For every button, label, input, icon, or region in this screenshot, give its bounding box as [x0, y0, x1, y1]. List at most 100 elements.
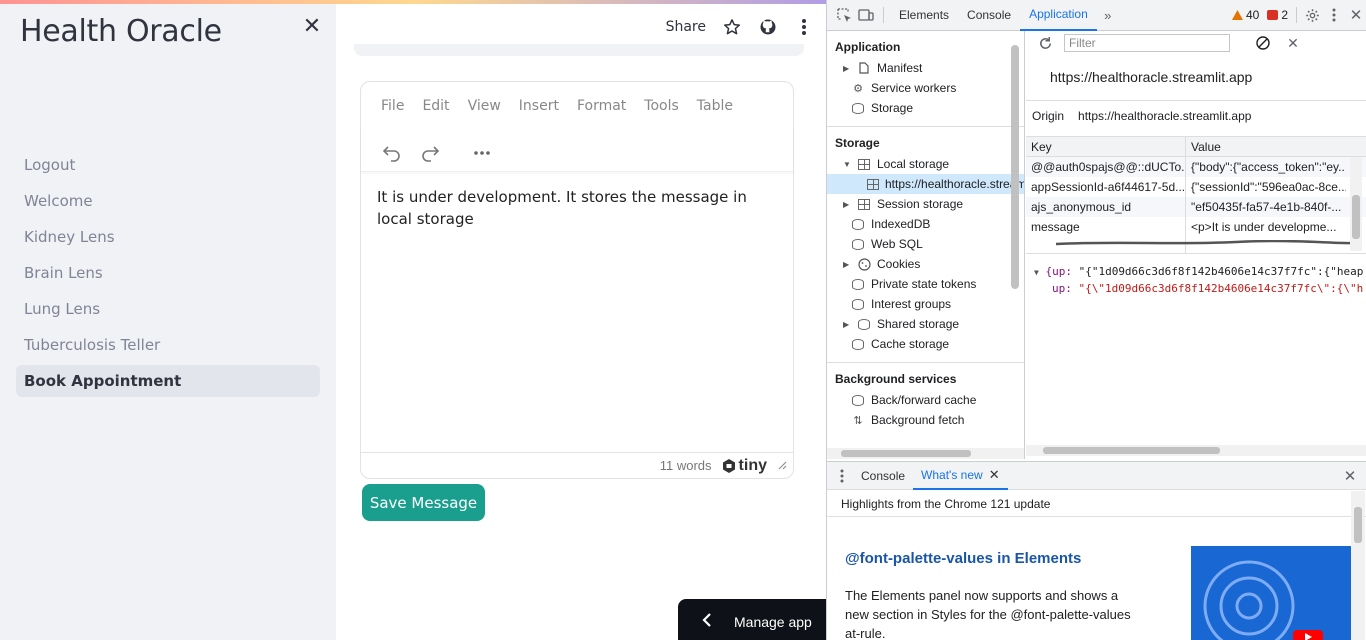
nav-item-brain-lens[interactable]: Brain Lens: [16, 257, 320, 289]
tree-item-local-origin[interactable]: https://healthoracle.streamlit.app: [827, 174, 1024, 194]
expand-triangle-icon[interactable]: ▶: [843, 260, 851, 269]
close-drawer-icon[interactable]: ✕: [1339, 465, 1361, 487]
drawer-tab-whats-new[interactable]: What's new ✕: [913, 462, 1008, 490]
nav-item-welcome[interactable]: Welcome: [16, 185, 320, 217]
nav-item-book-appointment[interactable]: Book Appointment: [16, 365, 320, 397]
warnings-badge[interactable]: 40: [1228, 8, 1263, 22]
errors-count: 2: [1281, 8, 1288, 22]
tree-item-back-forward-cache[interactable]: Back/forward cache: [827, 390, 1024, 410]
gear-icon[interactable]: [1301, 4, 1323, 26]
menu-tools[interactable]: Tools: [644, 98, 679, 126]
close-tab-icon[interactable]: ✕: [989, 467, 1000, 483]
menu-insert[interactable]: Insert: [519, 98, 559, 126]
table-row[interactable]: @@auth0spajs@@::dUCTo... {"body":{"acces…: [1026, 157, 1366, 177]
storage-hscroll-thumb[interactable]: [1043, 447, 1220, 454]
table-row[interactable]: appSessionId-a6f44617-5d... {"sessionId"…: [1026, 177, 1366, 197]
drawer-scrollbar[interactable]: [1351, 491, 1365, 640]
storage-hscrollbar[interactable]: [1026, 445, 1366, 456]
manage-app-button[interactable]: Manage app: [678, 599, 826, 640]
word-count[interactable]: 11 words: [660, 458, 712, 473]
editor-menubar: File Edit View Insert Format Tools Table: [361, 82, 793, 126]
expand-triangle-icon[interactable]: ▶: [843, 320, 851, 329]
more-vertical-icon[interactable]: [794, 17, 814, 37]
redo-icon[interactable]: [419, 142, 441, 164]
table-row[interactable]: message <p>It is under developme...: [1026, 217, 1366, 237]
collapse-triangle-icon[interactable]: ▼: [1034, 268, 1039, 277]
more-horizontal-icon[interactable]: [471, 142, 493, 164]
device-toolbar-icon[interactable]: [855, 4, 877, 26]
tree-item-service-workers[interactable]: ⚙ Service workers: [827, 78, 1024, 98]
more-vertical-icon[interactable]: [1323, 4, 1345, 26]
close-devtools-icon[interactable]: ✕: [1345, 4, 1366, 26]
table-row[interactable]: ajs_anonymous_id "ef50435f-fa57-4e1b-840…: [1026, 197, 1366, 217]
drawer-menu-icon[interactable]: [831, 465, 853, 487]
drawer-tab-console[interactable]: Console: [853, 462, 913, 490]
tree-item-cache-storage[interactable]: Cache storage: [827, 334, 1024, 354]
tree-item-background-fetch[interactable]: ⇅ Background fetch: [827, 410, 1024, 430]
drawer-tabbar: Console What's new ✕ ✕: [827, 462, 1366, 490]
nav-item-tuberculosis-teller[interactable]: Tuberculosis Teller: [16, 329, 320, 361]
column-header-key[interactable]: Key: [1026, 137, 1186, 156]
undo-icon[interactable]: [381, 142, 403, 164]
row-value: {"sessionId":"596ea0ac-8ce...: [1191, 180, 1346, 194]
tree-item-session-storage[interactable]: ▶ Session storage: [827, 194, 1024, 214]
table-scrollbar[interactable]: [1350, 157, 1362, 251]
refresh-icon[interactable]: [1034, 32, 1056, 54]
json-line[interactable]: up: "{\"1d09d66c3d6f8f142b4606e14c37f7fc…: [1034, 281, 1363, 297]
star-icon[interactable]: [722, 17, 742, 37]
menu-view[interactable]: View: [468, 98, 501, 126]
drawer-scroll-thumb[interactable]: [1354, 507, 1362, 543]
row-value: <p>It is under developme...: [1191, 220, 1337, 234]
errors-badge[interactable]: 2: [1263, 8, 1292, 22]
github-icon[interactable]: [758, 17, 778, 37]
expand-triangle-icon[interactable]: ▶: [843, 200, 851, 209]
tab-elements[interactable]: Elements: [890, 0, 958, 31]
value-preview: ▼ {up: "{"1d09d66c3d6f8f142b4606e14c37f7…: [1026, 253, 1366, 307]
clear-all-icon[interactable]: [1252, 32, 1274, 54]
tree-item-manifest[interactable]: ▶ Manifest: [827, 58, 1024, 78]
inspect-element-icon[interactable]: [833, 4, 855, 26]
nav-item-logout[interactable]: Logout: [16, 149, 320, 181]
share-button[interactable]: Share: [666, 19, 706, 35]
tree-item-storage[interactable]: Storage: [827, 98, 1024, 118]
resize-handle-icon[interactable]: [777, 458, 787, 473]
nav-item-kidney-lens[interactable]: Kidney Lens: [16, 221, 320, 253]
delete-selected-icon[interactable]: ✕: [1282, 32, 1304, 54]
filter-input[interactable]: Filter: [1064, 34, 1230, 52]
sidebar-hscrollbar[interactable]: [827, 448, 1024, 459]
application-sidebar: Application ▶ Manifest ⚙ Service workers…: [827, 31, 1025, 459]
tab-console[interactable]: Console: [958, 0, 1020, 31]
close-sidebar-icon[interactable]: ✕: [300, 13, 324, 38]
menu-table[interactable]: Table: [697, 98, 733, 126]
menu-edit[interactable]: Edit: [422, 98, 449, 126]
devtools-drawer: Console What's new ✕ ✕ Highlights from t…: [827, 461, 1366, 640]
table-scroll-thumb[interactable]: [1352, 195, 1360, 239]
tree-item-cookies[interactable]: ▶ Cookies: [827, 254, 1024, 274]
tree-item-indexeddb[interactable]: IndexedDB: [827, 214, 1024, 234]
tab-application[interactable]: Application: [1020, 0, 1097, 31]
sidebar-hscroll-thumb[interactable]: [841, 450, 971, 457]
nav-item-lung-lens[interactable]: Lung Lens: [16, 293, 320, 325]
menu-format[interactable]: Format: [577, 98, 626, 126]
feature-title[interactable]: @font-palette-values in Elements: [845, 550, 1081, 567]
tree-item-local-storage[interactable]: ▼ Local storage: [827, 154, 1024, 174]
tree-item-private-state-tokens[interactable]: Private state tokens: [827, 274, 1024, 294]
feature-video-thumbnail[interactable]: [1191, 546, 1351, 640]
tiny-logo[interactable]: tiny: [722, 457, 767, 475]
save-message-button[interactable]: Save Message: [362, 484, 485, 521]
app-title: Health Oracle: [20, 14, 222, 49]
expand-triangle-icon[interactable]: ▶: [843, 64, 851, 73]
sidebar-scrollbar[interactable]: [1011, 45, 1019, 289]
more-tabs-icon[interactable]: »: [1097, 4, 1119, 26]
collapse-triangle-icon[interactable]: ▼: [843, 160, 851, 169]
local-origin-label: https://healthoracle.streamlit.app: [885, 177, 1024, 191]
column-header-value[interactable]: Value: [1186, 137, 1346, 156]
json-line[interactable]: ▼ {up: "{"1d09d66c3d6f8f142b4606e14c37f7…: [1034, 264, 1363, 281]
menu-file[interactable]: File: [381, 98, 404, 126]
tree-item-websql[interactable]: Web SQL: [827, 234, 1024, 254]
database-icon: [851, 102, 865, 114]
origin-heading: https://healthoracle.streamlit.app: [1026, 55, 1366, 101]
tree-item-shared-storage[interactable]: ▶ Shared storage: [827, 314, 1024, 334]
editor-content[interactable]: It is under development. It stores the m…: [361, 172, 793, 448]
tree-item-interest-groups[interactable]: Interest groups: [827, 294, 1024, 314]
